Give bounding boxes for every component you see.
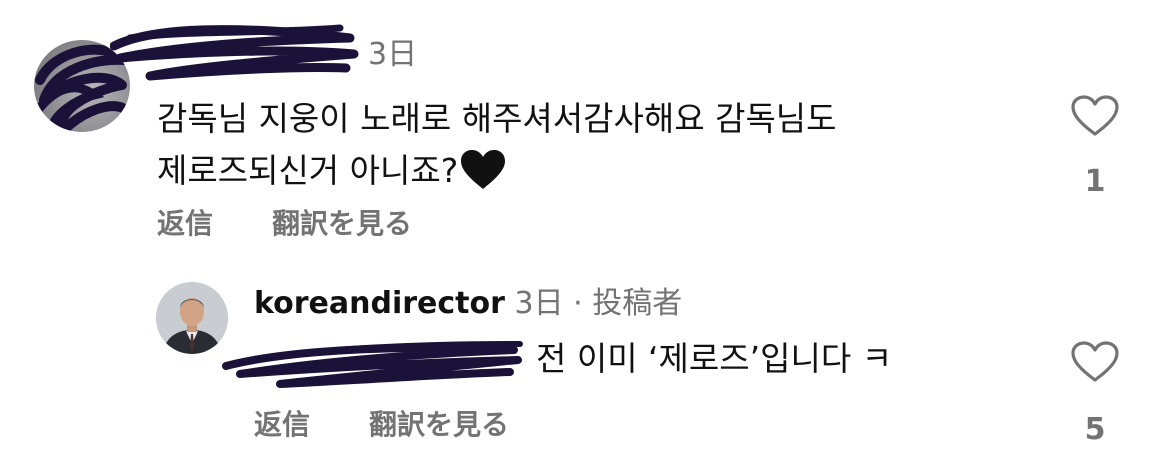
separator-dot: · bbox=[573, 286, 583, 321]
like-button[interactable] bbox=[1070, 340, 1120, 384]
like-count: 1 bbox=[1084, 164, 1106, 199]
author-avatar[interactable] bbox=[156, 282, 228, 354]
reply-button[interactable]: 返信 bbox=[254, 405, 310, 445]
see-translation-button[interactable]: 翻訳を見る bbox=[369, 405, 509, 445]
black-heart-emoji bbox=[460, 149, 506, 191]
comment-header: koreandirector 3日 · 投稿者 bbox=[254, 284, 682, 324]
redacted-username-scribble bbox=[110, 24, 359, 81]
comment-text: 전 이미 ‘제로즈’입니다 ㅋ bbox=[536, 339, 893, 378]
redacted-mention-scribble bbox=[222, 341, 523, 388]
see-translation-button[interactable]: 翻訳を見る bbox=[272, 204, 412, 244]
like-button[interactable] bbox=[1070, 94, 1120, 138]
like-count: 5 bbox=[1084, 412, 1106, 447]
author-username[interactable]: koreandirector bbox=[254, 286, 505, 321]
comment-timestamp: 3日 bbox=[514, 286, 564, 321]
comment-timestamp: 3日 bbox=[368, 37, 418, 72]
comment-text: 감독님 지웅이 노래로 해주셔서감사해요 감독님도 제로즈되신거 아니죠? bbox=[157, 93, 1027, 197]
reply-button[interactable]: 返信 bbox=[157, 204, 213, 244]
heart-outline-icon bbox=[1071, 95, 1119, 136]
author-badge: 投稿者 bbox=[592, 286, 683, 321]
heart-outline-icon bbox=[1071, 341, 1119, 382]
